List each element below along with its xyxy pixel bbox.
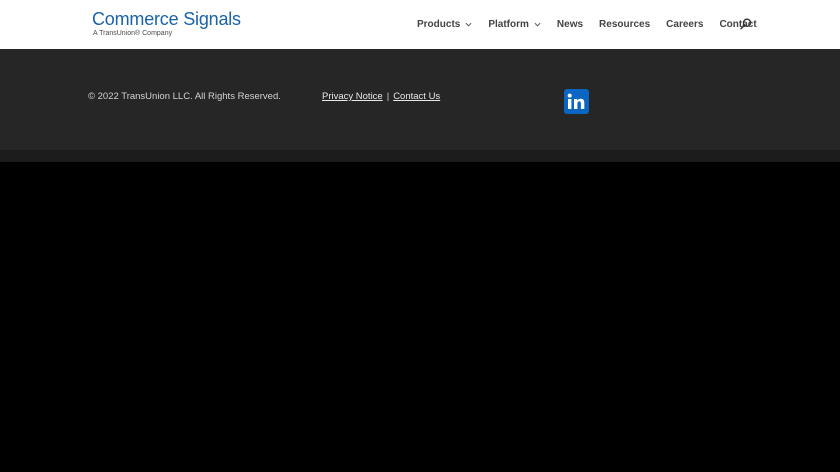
- nav-item-label: Careers: [666, 19, 704, 30]
- contact-us-link[interactable]: Contact Us: [393, 91, 440, 102]
- nav-item-platform[interactable]: Platform: [488, 19, 541, 30]
- nav-item-label: Products: [417, 19, 461, 30]
- nav-item-label: News: [556, 19, 584, 30]
- linkedin-link[interactable]: [564, 89, 589, 114]
- nav-item-products[interactable]: Products: [417, 19, 472, 30]
- search-icon[interactable]: [740, 18, 752, 30]
- logo-tagline: A TransUnion® Company: [93, 30, 173, 37]
- nav-item-news[interactable]: News: [557, 19, 583, 30]
- footer-bottom-bar: [0, 150, 840, 162]
- main-nav: Products Platform News Resources Careers…: [417, 0, 773, 49]
- chevron-down-icon: [534, 22, 541, 27]
- linkedin-icon: [567, 93, 585, 109]
- nav-item-resources[interactable]: Resources: [599, 19, 650, 30]
- chevron-down-icon: [465, 22, 472, 27]
- site-logo[interactable]: Commerce Signals A TransUnion® Company: [92, 10, 241, 38]
- footer-links: Privacy Notice | Contact Us: [322, 91, 440, 102]
- nav-item-careers[interactable]: Careers: [666, 19, 703, 30]
- nav-item-label: Platform: [488, 19, 529, 30]
- copyright-text: © 2022 TransUnion LLC. All Rights Reserv…: [88, 91, 281, 102]
- privacy-notice-link[interactable]: Privacy Notice: [322, 91, 383, 102]
- link-separator: |: [386, 91, 390, 102]
- nav-item-label: Resources: [599, 19, 651, 30]
- logo-wordmark: Commerce Signals: [92, 9, 241, 29]
- site-header: Commerce Signals A TransUnion® Company P…: [0, 0, 840, 49]
